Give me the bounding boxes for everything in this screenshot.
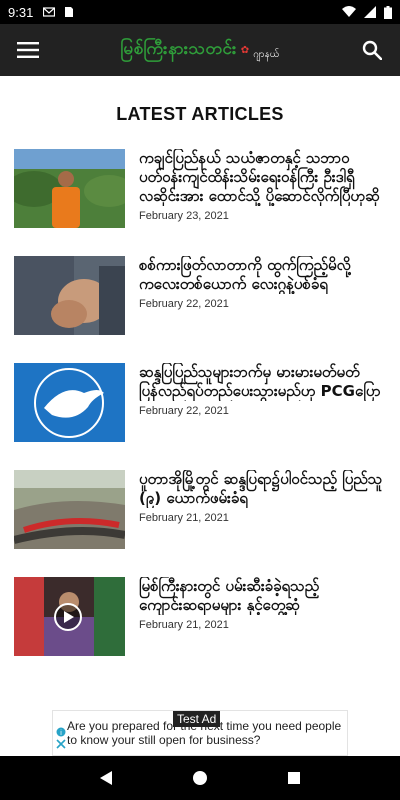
article-meta: ဆန္ဒပြပြည်သူများဘက်မှ မားမားမတ်မတ် ပြန်လ… bbox=[139, 363, 386, 470]
ad-text: Are you prepared for the next time you n… bbox=[67, 719, 342, 747]
play-icon bbox=[64, 611, 74, 623]
logo-flower-icon: ✿ bbox=[240, 44, 250, 56]
photo-man-orange bbox=[14, 149, 125, 228]
article-item[interactable]: ပူတာအိုမြို့တွင် ဆန္ဒပြရာ၌ပါဝင်သည့် ပြည်… bbox=[0, 470, 400, 577]
article-title[interactable]: ဆန္ဒပြပြည်သူများဘက်မှ မားမားမတ်မတ် ပြန်လ… bbox=[139, 363, 386, 401]
article-date: February 21, 2021 bbox=[139, 619, 229, 631]
photo-hands bbox=[14, 256, 125, 335]
article-title[interactable]: စစ်ကားဖြတ်လာတာကို ထွက်ကြည့်မိလို့ ကလေးတစ… bbox=[139, 256, 386, 294]
article-meta: ကချင်ပြည်နယ် သယံဇာတနှင့် သဘာဝပတ်ဝန်းကျင်… bbox=[139, 149, 386, 256]
logo-subtitle: ဂျာနယ် bbox=[253, 48, 280, 60]
back-triangle-icon[interactable] bbox=[99, 770, 113, 786]
logo-title: မြစ်ကြီးနားသတင်း bbox=[120, 38, 237, 59]
status-time: 9:31 bbox=[8, 4, 34, 20]
wifi-icon bbox=[342, 6, 356, 17]
article-title[interactable]: ပူတာအိုမြို့တွင် ဆန္ဒပြရာ၌ပါဝင်သည့် ပြည်… bbox=[139, 470, 386, 508]
recents-square-icon[interactable] bbox=[287, 771, 301, 785]
article-list: ကချင်ပြည်နယ် သယံဇာတနှင့် သဘာဝပတ်ဝန်းကျင်… bbox=[0, 149, 400, 684]
app-logo[interactable]: မြစ်ကြီးနားသတင်း ✿ ဂျာနယ် bbox=[56, 38, 344, 63]
article-item[interactable]: စစ်ကားဖြတ်လာတာကို ထွက်ကြည့်မိလို့ ကလေးတစ… bbox=[0, 256, 400, 363]
close-ad-icon[interactable] bbox=[56, 739, 66, 749]
article-thumbnail[interactable] bbox=[14, 149, 125, 228]
article-meta: မြစ်ကြီးနားတွင် ပမ်းဆီးခံခဲ့ရသည့် ကျောင်… bbox=[139, 577, 386, 684]
article-thumbnail[interactable] bbox=[14, 363, 125, 442]
article-title[interactable]: မြစ်ကြီးနားတွင် ပမ်းဆီးခံခဲ့ရသည့် ကျောင်… bbox=[139, 577, 386, 615]
section-title: LATEST ARTICLES bbox=[116, 104, 284, 124]
app-bar: မြစ်ကြီးနားသတင်း ✿ ဂျာနယ် bbox=[0, 24, 400, 76]
article-thumbnail[interactable] bbox=[14, 577, 125, 656]
article-item[interactable]: ကချင်ပြည်နယ် သယံဇာတနှင့် သဘာဝပတ်ဝန်းကျင်… bbox=[0, 149, 400, 256]
hamburger-icon bbox=[17, 42, 39, 58]
photo-protest bbox=[14, 470, 125, 549]
gmail-icon bbox=[43, 7, 56, 17]
article-date: February 23, 2021 bbox=[139, 210, 229, 222]
article-date: February 22, 2021 bbox=[139, 298, 229, 310]
play-button[interactable] bbox=[54, 603, 82, 631]
menu-button[interactable] bbox=[0, 24, 56, 76]
system-nav-bar bbox=[0, 756, 400, 800]
article-item[interactable]: မြစ်ကြီးနားတွင် ပမ်းဆီးခံခဲ့ရသည့် ကျောင်… bbox=[0, 577, 400, 684]
signal-icon bbox=[364, 6, 376, 18]
article-meta: ပူတာအိုမြို့တွင် ဆန္ဒပြရာ၌ပါဝင်သည့် ပြည်… bbox=[139, 470, 386, 577]
search-icon bbox=[362, 40, 382, 60]
home-circle-icon[interactable] bbox=[192, 770, 208, 786]
article-date: February 22, 2021 bbox=[139, 405, 229, 417]
article-meta: စစ်ကားဖြတ်လာတာကို ထွက်ကြည့်မိလို့ ကလေးတစ… bbox=[139, 256, 386, 363]
article-date: February 21, 2021 bbox=[139, 512, 229, 524]
article-thumbnail[interactable] bbox=[14, 256, 125, 335]
logo-dove bbox=[14, 363, 125, 442]
ad-icons: i bbox=[56, 727, 66, 749]
article-thumbnail[interactable] bbox=[14, 470, 125, 549]
ad-banner[interactable]: Test Ad i Are you prepared for the next … bbox=[52, 710, 348, 756]
battery-icon bbox=[384, 5, 392, 19]
adchoices-icon[interactable]: i bbox=[56, 727, 66, 737]
article-item[interactable]: ဆန္ဒပြပြည်သူများဘက်မှ မားမားမတ်မတ် ပြန်လ… bbox=[0, 363, 400, 470]
sim-icon bbox=[65, 7, 74, 17]
status-icons-right bbox=[342, 5, 392, 19]
status-bar: 9:31 bbox=[0, 0, 400, 24]
article-title[interactable]: ကချင်ပြည်နယ် သယံဇာတနှင့် သဘာဝပတ်ဝန်းကျင်… bbox=[139, 149, 386, 206]
main-content: LATEST ARTICLES ကချင်ပြည်နယ် သယံဇာတနှင့်… bbox=[0, 76, 400, 756]
search-button[interactable] bbox=[344, 24, 400, 76]
